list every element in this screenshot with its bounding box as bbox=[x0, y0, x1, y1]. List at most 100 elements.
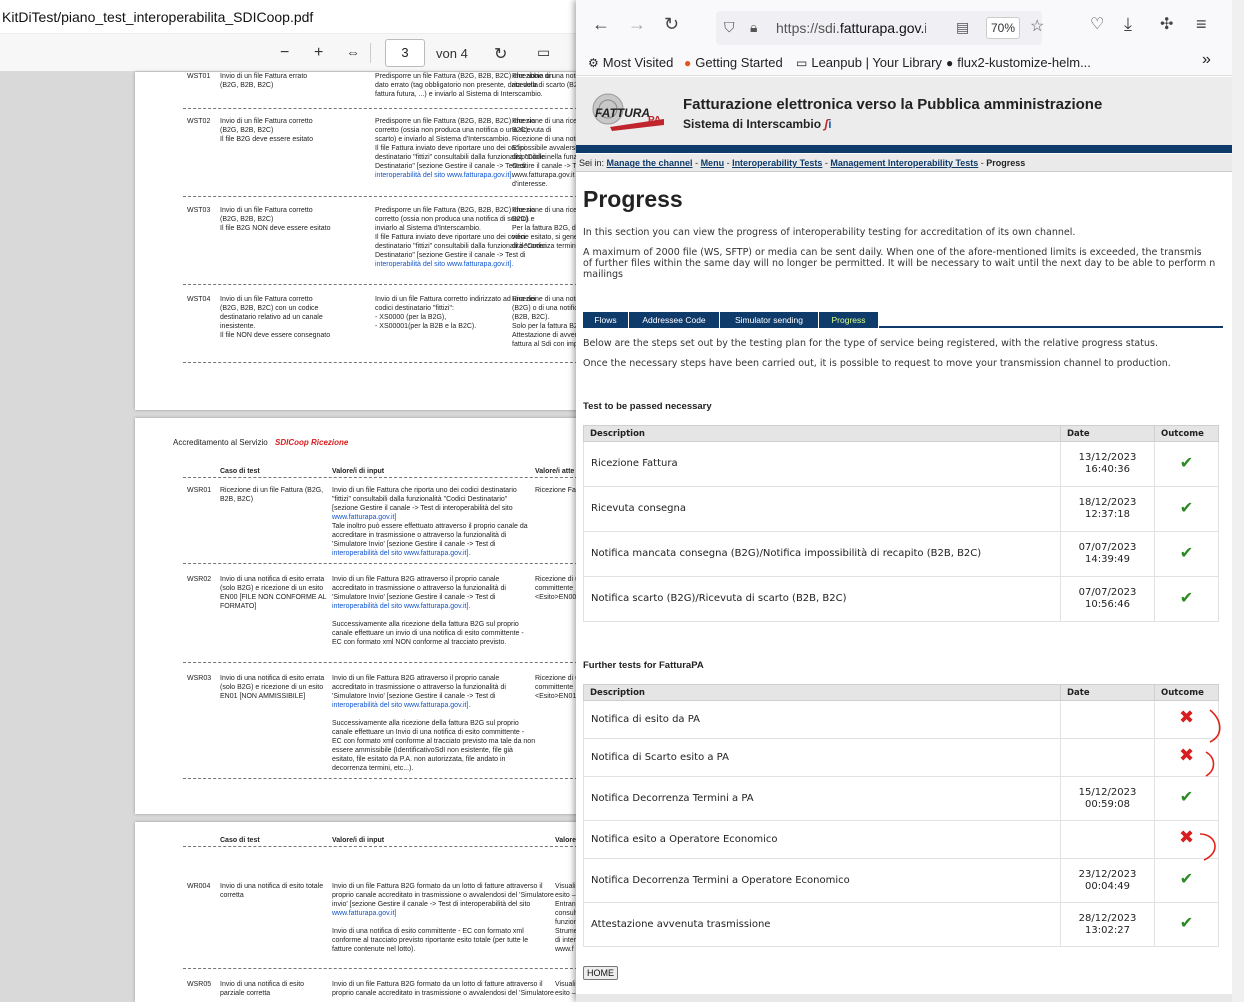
lock-icon[interactable]: 🔒︎ bbox=[750, 19, 757, 36]
test-result-text: esito – bbox=[555, 892, 576, 899]
horizontal-scrollbar[interactable] bbox=[576, 994, 1232, 1002]
logo-text: FATTURA bbox=[595, 106, 651, 120]
test-input-text: fatture contenute nel lotto). bbox=[332, 946, 416, 953]
test-date-time: 16:40:36 bbox=[1085, 464, 1130, 475]
breadcrumb-menu[interactable]: Menu bbox=[701, 158, 725, 168]
col-description: Description bbox=[583, 684, 1061, 701]
breadcrumb-manage-channel[interactable]: Manage the channel bbox=[607, 158, 693, 168]
page-view-icon[interactable]: ▭ bbox=[537, 44, 550, 61]
zoom-level[interactable]: 70% bbox=[986, 17, 1020, 39]
fatturapa-logo[interactable]: FATTURA PA bbox=[590, 91, 664, 135]
test-result-text: funzion bbox=[555, 919, 578, 926]
test-input-text: scarto) e inviarlo al Sistema d'Intersca… bbox=[375, 136, 511, 143]
breadcrumb: Sei in: Manage the channel - Menu - Inte… bbox=[576, 154, 1232, 172]
bookmark-flux2[interactable]: ● flux2-kustomize-helm... bbox=[946, 55, 1091, 70]
test-date-day: 07/07/2023 bbox=[1078, 587, 1137, 598]
test-row: Notifica di Scarto esito a PA ✖ bbox=[583, 738, 1219, 777]
url-bar[interactable]: ⛉ 🔒︎ https://sdi.fatturapa.gov.it/S ▤ 70… bbox=[716, 11, 1044, 45]
more-bookmarks-icon[interactable]: » bbox=[1202, 51, 1211, 69]
tab-addressee-code[interactable]: Addressee Code bbox=[629, 312, 720, 328]
url-prefix: https://sdi. bbox=[776, 20, 840, 36]
test-code: WR004 bbox=[187, 883, 211, 890]
test-result-text: Ricezione di una notif bbox=[512, 73, 579, 80]
check-icon: ✔ bbox=[1179, 587, 1194, 607]
home-button[interactable]: HOME bbox=[583, 966, 618, 980]
test-result-text: Ricezione Fatt bbox=[535, 487, 580, 494]
test-result-text: Per la fattura B2G, da bbox=[512, 225, 580, 232]
bookmark-leanpub[interactable]: ▭ Leanpub | Your Library bbox=[796, 55, 942, 70]
test-result-text: (B2G) o di una notific bbox=[512, 305, 578, 312]
row-divider bbox=[183, 108, 583, 109]
production-note: Once the necessary steps have been carri… bbox=[583, 358, 1171, 369]
bookmark-star-icon[interactable]: ☆ bbox=[1030, 16, 1044, 36]
tab-flows[interactable]: Flows bbox=[583, 312, 629, 328]
test-input-text: [sezione Gestire il canale -> Test di in… bbox=[332, 505, 513, 512]
test-case-text: EN00 [FILE NON CONFORME AL bbox=[220, 594, 327, 601]
reader-view-icon[interactable]: ▤ bbox=[956, 19, 969, 36]
test-input-text: www.fatturapa.gov.it] bbox=[332, 910, 397, 917]
breadcrumb-management-tests[interactable]: Management Interoperability Tests bbox=[830, 158, 978, 168]
test-input-text: proprio canale accreditato in trasmissio… bbox=[332, 990, 554, 997]
test-date: 07/07/2023 10:56:46 bbox=[1060, 576, 1155, 622]
intro-limit-line2: of further files within the same day wil… bbox=[583, 258, 1216, 269]
rotate-icon[interactable]: ↻ bbox=[494, 44, 507, 64]
test-input-text: EC con formato xml conforme al tracciato… bbox=[332, 738, 536, 745]
vertical-scrollbar[interactable] bbox=[1232, 0, 1244, 1002]
test-input-text: accreditare in trasmissione o attraverso… bbox=[332, 532, 507, 539]
url-text[interactable]: https://sdi.fatturapa.gov.it/S bbox=[776, 20, 926, 36]
tab-simulator-sending[interactable]: Simulator sending bbox=[720, 312, 819, 328]
test-date bbox=[1060, 738, 1155, 777]
test-case-text: Ricezione di un file Fattura (B2G, bbox=[220, 487, 324, 494]
breadcrumb-interoperability-tests[interactable]: Interoperability Tests bbox=[732, 158, 822, 168]
test-description: Notifica Decorrenza Termini a PA bbox=[583, 776, 1061, 821]
intro-limit-line1: A maximum of 2000 file (WS, SFTP) or med… bbox=[583, 247, 1202, 258]
shield-icon[interactable]: ⛉ bbox=[724, 19, 735, 36]
test-description: Notifica di esito da PA bbox=[583, 700, 1061, 739]
zoom-out-button[interactable]: − bbox=[280, 44, 289, 62]
site-title: Fatturazione elettronica verso la Pubbli… bbox=[683, 96, 1103, 113]
bookmark-label: Most Visited bbox=[602, 55, 674, 70]
test-date: 28/12/2023 13:02:27 bbox=[1060, 902, 1155, 947]
test-case-text: corretta bbox=[220, 892, 244, 899]
test-case-text: (solo B2G) e ricezione di un esito bbox=[220, 684, 324, 691]
header-divider bbox=[576, 145, 1232, 153]
col-date: Date bbox=[1060, 684, 1155, 701]
test-case-text: Invio di un file Fattura corretto bbox=[220, 118, 313, 125]
back-icon[interactable]: ← bbox=[592, 14, 610, 35]
zoom-in-button[interactable]: + bbox=[314, 44, 323, 62]
test-result-text: Ricezione di u bbox=[535, 576, 579, 583]
test-case-text: Invio di una notifica di esito errata bbox=[220, 675, 325, 682]
reload-icon[interactable]: ↻ bbox=[664, 14, 679, 35]
test-input-text: accreditato in trasmissione o attraverso… bbox=[332, 684, 506, 691]
test-result-text: Ricezione di una ricev bbox=[512, 118, 581, 125]
row-divider bbox=[183, 662, 583, 663]
extensions-icon[interactable]: ✣ bbox=[1160, 14, 1173, 34]
download-icon[interactable]: ⤓ bbox=[1124, 14, 1132, 35]
bookmark-getting-started[interactable]: ● Getting Started bbox=[684, 55, 783, 70]
test-result-text: B2C). bbox=[512, 216, 530, 223]
test-result-text: esito – bbox=[555, 990, 576, 997]
col-outcome: Outcome bbox=[1154, 684, 1219, 701]
test-input-text: Invio di un file Fattura B2G attraverso … bbox=[332, 675, 500, 682]
pocket-icon[interactable]: ♡ bbox=[1090, 14, 1104, 34]
pdf-col-header: Valore/i di input bbox=[332, 837, 385, 844]
page-number-input[interactable]: 3 bbox=[385, 39, 425, 67]
bookmark-most-visited[interactable]: ⚙ Most Visited bbox=[588, 55, 673, 70]
test-description: Ricevuta consegna bbox=[583, 486, 1061, 532]
test-row: Notifica scarto (B2G)/Ricevuta di scarto… bbox=[583, 576, 1219, 622]
menu-icon[interactable]: ≡ bbox=[1196, 14, 1207, 35]
test-case-text: EN01 [NON AMMISSIBILE] bbox=[220, 693, 306, 700]
test-input-text: 'Simulatore Invio' [sezione Gestire il c… bbox=[332, 594, 496, 601]
test-date-time: 12:37:18 bbox=[1085, 509, 1130, 520]
test-input-text: proprio canale accreditato in trasmissio… bbox=[332, 892, 554, 899]
test-code: WST03 bbox=[187, 207, 211, 214]
tab-progress[interactable]: Progress bbox=[819, 312, 879, 328]
sdi-i-icon: i bbox=[828, 117, 832, 131]
test-code: WSR03 bbox=[187, 675, 212, 682]
fit-width-icon[interactable]: ⇔ bbox=[346, 44, 360, 60]
test-result-text: disponibile nella funz bbox=[512, 154, 577, 161]
col-description: Description bbox=[583, 425, 1061, 442]
test-input-text: essere ammissibile (IdentificativoSdI no… bbox=[332, 747, 513, 754]
section-further-tests: Further tests for FatturaPA bbox=[583, 660, 704, 671]
forward-icon[interactable]: → bbox=[628, 14, 646, 35]
